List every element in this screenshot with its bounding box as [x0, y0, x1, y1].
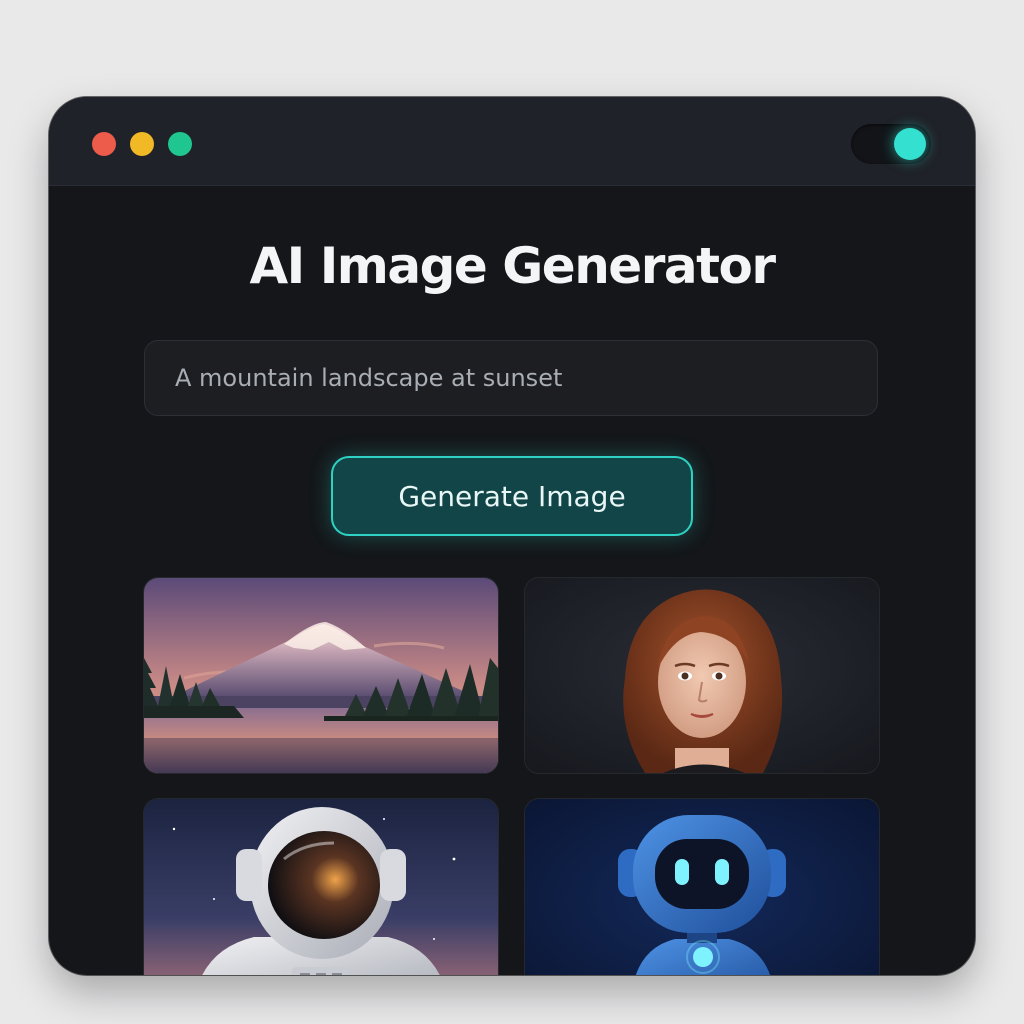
gallery-image-portrait[interactable] [525, 578, 879, 773]
toggle-knob [894, 128, 926, 160]
gallery-image-mountain-landscape[interactable] [144, 578, 498, 773]
robot-image [525, 799, 879, 975]
page-title: AI Image Generator [249, 237, 776, 295]
astronaut-image [144, 799, 498, 975]
gallery-image-robot[interactable] [525, 799, 879, 975]
title-bar [49, 97, 975, 186]
app-window: AI Image Generator Generate Image [49, 97, 975, 975]
mountain-landscape-image [144, 578, 498, 773]
prompt-input[interactable] [144, 340, 878, 416]
close-window-button[interactable] [92, 132, 116, 156]
theme-toggle[interactable] [851, 124, 931, 164]
minimize-window-button[interactable] [130, 132, 154, 156]
maximize-window-button[interactable] [168, 132, 192, 156]
portrait-image [525, 578, 879, 773]
generate-image-button[interactable]: Generate Image [331, 456, 693, 536]
gallery-image-astronaut[interactable] [144, 799, 498, 975]
